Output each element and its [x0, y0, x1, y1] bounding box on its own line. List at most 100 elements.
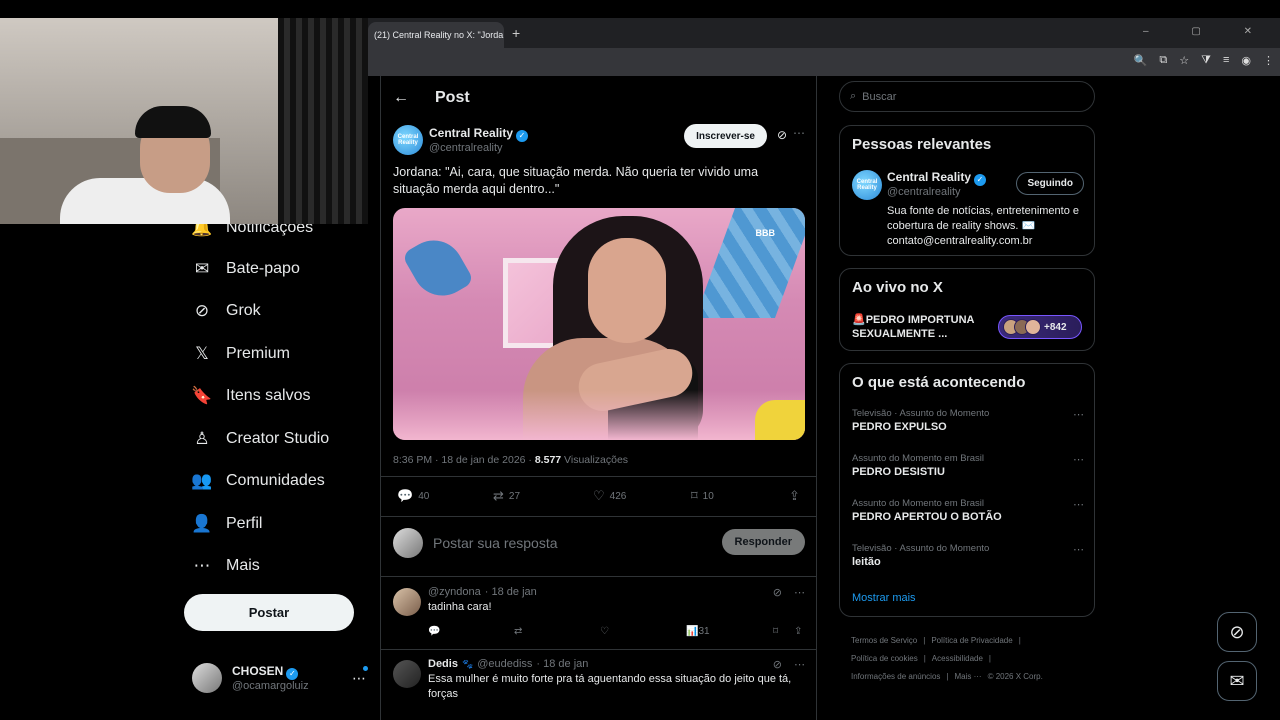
more-icon[interactable]: ⋯ — [1073, 453, 1084, 466]
menu-icon[interactable]: ⋮ — [1263, 54, 1274, 67]
reply-item[interactable]: @zyndona · 18 de jan tadinha cara! ⊘ ⋯ 💬 ⇄… — [393, 586, 805, 642]
live-listeners[interactable]: +842 — [998, 315, 1082, 339]
bookmark-icon[interactable]: ⌑ — [773, 626, 778, 637]
nav-item-more[interactable]: ⋯ Mais — [192, 556, 260, 576]
post-button[interactable]: Postar — [184, 594, 354, 631]
browser-tab[interactable]: (21) Central Reality no X: "Jorda × — [368, 22, 504, 48]
zoom-icon[interactable]: 🔍 — [1134, 54, 1148, 67]
grok-icon[interactable]: ⊘ — [773, 586, 782, 599]
nav-item-creator-studio[interactable]: ♙ Creator Studio — [192, 429, 329, 449]
footer-link-ads[interactable]: Informações de anúncios — [851, 672, 940, 681]
more-icon[interactable]: ⋯ — [1073, 408, 1084, 421]
footer-copyright: © 2026 X Corp. — [987, 672, 1043, 681]
reply-input[interactable]: Postar sua resposta — [433, 535, 558, 551]
avatar — [1025, 319, 1041, 335]
more-icon[interactable]: ⋯ — [352, 670, 366, 687]
reply-handle[interactable]: @eudediss — [477, 658, 532, 670]
more-icon[interactable]: ⋯ — [793, 126, 805, 140]
main-header: ← Post — [381, 76, 816, 120]
back-arrow-icon[interactable]: ← — [393, 89, 409, 107]
creator-studio-icon: ♙ — [194, 429, 210, 448]
subscribe-button[interactable]: Inscrever-se — [684, 124, 767, 148]
messages-fab-icon[interactable]: ✉ — [1217, 661, 1257, 701]
reply-item[interactable]: Dedis 🐾 @eudediss · 18 de jan Essa mulher é… — [393, 658, 805, 720]
live-space-title[interactable]: 🚨PEDRO IMPORTUNA SEXUALMENTE ... — [852, 313, 992, 341]
footer-link-accessibility[interactable]: Acessibilidade — [932, 654, 983, 663]
card-title: Ao vivo no X — [852, 279, 943, 296]
browser-tabbar: (21) Central Reality no X: "Jorda × + – … — [368, 18, 1280, 48]
comment-icon[interactable]: 💬 — [428, 626, 440, 637]
show-more-link[interactable]: Mostrar mais — [852, 592, 916, 604]
avatar — [393, 528, 423, 558]
avatar[interactable]: Central Reality — [393, 125, 423, 155]
nav-item-communities[interactable]: 👥 Comunidades — [191, 471, 324, 491]
window-controls[interactable]: – ▢ ✕ — [1143, 26, 1272, 37]
new-tab-icon[interactable]: + — [512, 25, 520, 41]
reply-button[interactable]: Responder — [721, 529, 805, 555]
trend-item[interactable]: Assunto do Momento em Brasil PEDRO APERT… — [852, 498, 1084, 523]
nav-item-premium[interactable]: 𝕏 Premium — [192, 344, 290, 364]
footer-separator: | — [988, 654, 991, 663]
following-button[interactable]: Seguindo — [1016, 172, 1084, 195]
grok-fab-icon[interactable]: ⊘ — [1217, 612, 1257, 652]
reply-views: 31 — [698, 626, 710, 637]
extensions-icon[interactable]: ⧩ — [1201, 54, 1211, 67]
footer-link-cookies[interactable]: Política de cookies — [851, 654, 918, 663]
footer-link-terms[interactable]: Termos de Serviço — [851, 636, 917, 645]
more-icon[interactable]: ⋯ — [794, 658, 805, 671]
more-icon[interactable]: ⋯ — [794, 586, 805, 599]
card-title: O que está acontecendo — [852, 374, 1026, 391]
video-watermark: BBB — [755, 228, 776, 238]
grok-icon[interactable]: ⊘ — [773, 658, 782, 671]
like-action[interactable]: ♡ 426 — [593, 488, 626, 504]
mail-icon: ✉ — [194, 259, 210, 278]
more-icon[interactable]: ⋯ — [1073, 498, 1084, 511]
bookmark-action[interactable]: ⌑ 10 — [691, 488, 714, 504]
tweet-timestamp[interactable]: 8:36 PM · 18 de jan de 2026 · — [393, 454, 535, 466]
media-icon[interactable]: ≡ — [1223, 54, 1229, 67]
relevant-people-card: Pessoas relevantes Central Reality Centr… — [839, 125, 1095, 256]
reply-handle[interactable]: @zyndona — [428, 586, 481, 598]
footer-separator: | — [923, 636, 926, 645]
author-name[interactable]: Central Reality — [429, 126, 513, 140]
reply-action[interactable]: 💬 40 — [397, 488, 429, 504]
nav-item-chat[interactable]: ✉ Bate-papo — [192, 259, 300, 279]
tweet-image[interactable]: BBB — [393, 208, 805, 440]
user-bio: Sua fonte de notícias, entretenimento e … — [887, 205, 1080, 247]
account-switcher[interactable]: CHOSEN ✓ @ocamargoluiz ⋯ — [192, 660, 372, 696]
trend-item[interactable]: Assunto do Momento em Brasil PEDRO DESIS… — [852, 453, 1084, 478]
trend-category: Televisão · Assunto do Momento — [852, 408, 990, 419]
footer-link-more[interactable]: Mais ··· — [954, 672, 981, 681]
verified-icon: ✓ — [516, 130, 529, 142]
tab-close-icon[interactable]: × — [503, 30, 504, 41]
user-name[interactable]: Central Reality — [887, 170, 971, 184]
heart-icon[interactable]: ♡ — [600, 626, 609, 637]
share-action[interactable]: ⇪ — [789, 488, 800, 504]
star-icon[interactable]: ☆ — [1179, 54, 1189, 67]
more-icon[interactable]: ⋯ — [1073, 543, 1084, 556]
views-icon[interactable]: 📊 31 — [686, 626, 710, 637]
profile-icon: 👤 — [191, 514, 213, 533]
repost-count: 27 — [508, 490, 521, 502]
grok-icon[interactable]: ⊘ — [777, 128, 787, 142]
author-handle[interactable]: @centralreality — [429, 142, 528, 154]
trend-item[interactable]: Televisão · Assunto do Momento leitão ⋯ — [852, 543, 1084, 568]
nav-item-bookmarks[interactable]: 🔖 Itens salvos — [191, 386, 310, 406]
repost-icon[interactable]: ⇄ — [514, 626, 522, 637]
trend-term: PEDRO APERTOU O BOTÃO — [852, 511, 1002, 523]
repost-action[interactable]: ⇄ 27 — [493, 488, 520, 504]
user-handle[interactable]: @centralreality — [887, 186, 986, 198]
nav-item-profile[interactable]: 👤 Perfil — [191, 514, 262, 534]
search-input[interactable]: ⌕ Buscar — [839, 81, 1095, 112]
footer-link-privacy[interactable]: Política de Privacidade — [931, 636, 1012, 645]
footer-links: Termos de Serviço | Política de Privacidad… — [851, 632, 1091, 686]
account-handle: @ocamargoluiz — [232, 680, 309, 692]
card-title: Pessoas relevantes — [852, 136, 992, 153]
install-icon[interactable]: ⧉ — [1159, 54, 1167, 67]
profile-icon[interactable]: ◉ — [1241, 54, 1251, 67]
share-icon[interactable]: ⇪ — [794, 626, 802, 637]
trend-item[interactable]: Televisão · Assunto do Momento PEDRO EXP… — [852, 408, 1084, 433]
nav-label: Grok — [226, 302, 261, 319]
nav-item-grok[interactable]: ⊘ Grok — [192, 301, 261, 321]
reply-name[interactable]: Dedis — [428, 658, 458, 670]
